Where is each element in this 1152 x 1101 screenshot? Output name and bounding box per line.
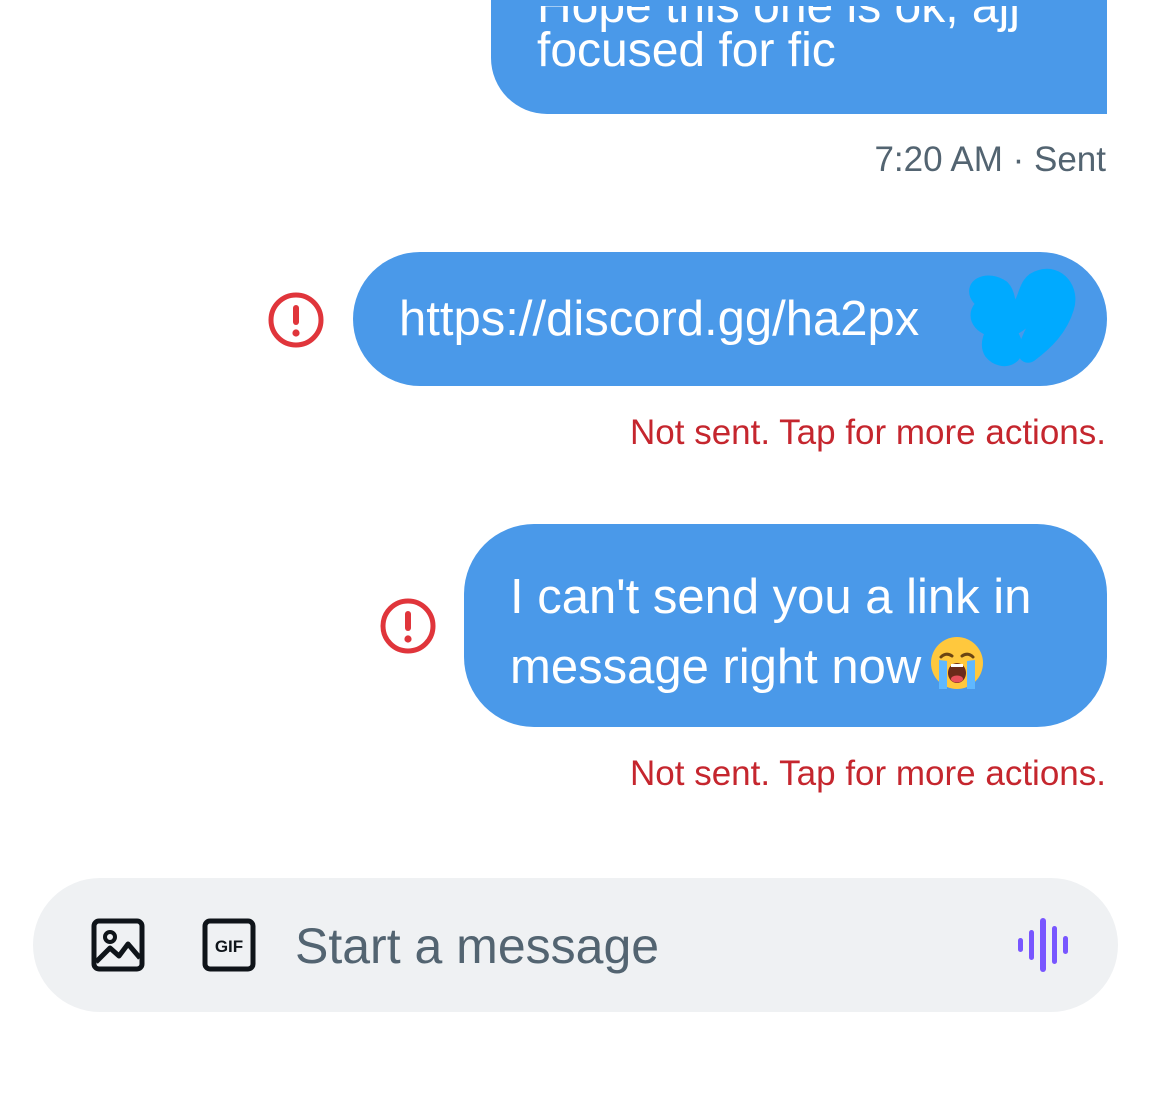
alert-circle-icon[interactable] — [379, 597, 437, 655]
message-input[interactable] — [295, 908, 955, 984]
message-text: https://discord.gg/ha2px — [399, 292, 920, 346]
loudly-crying-face-emoji — [931, 637, 984, 689]
voice-waveform-icon[interactable] — [1016, 916, 1076, 974]
redaction-scribble — [969, 268, 1076, 367]
message-line: message right now — [510, 640, 922, 694]
message-bubble-failed[interactable]: I can't send you a link in message right… — [464, 524, 1107, 727]
not-sent-status[interactable]: Not sent. Tap for more actions. — [630, 413, 1106, 453]
image-icon[interactable] — [91, 918, 145, 972]
message-text: focused for fic — [537, 24, 836, 77]
message-text: I can't send you a link in message right… — [510, 562, 1031, 702]
message-composer: GIF — [33, 878, 1118, 1012]
alert-circle-icon[interactable] — [267, 291, 325, 349]
message-line: I can't send you a link in — [510, 570, 1032, 624]
message-timestamp: 7:20 AM · Sent — [874, 140, 1106, 179]
message-line-with-emoji: message right now — [510, 632, 1031, 702]
gif-icon[interactable]: GIF — [202, 918, 256, 972]
message-bubble-sent[interactable]: Hope this one is ok, ajj focused for fic — [491, 0, 1107, 114]
gif-label: GIF — [215, 937, 243, 956]
not-sent-status[interactable]: Not sent. Tap for more actions. — [630, 754, 1106, 794]
